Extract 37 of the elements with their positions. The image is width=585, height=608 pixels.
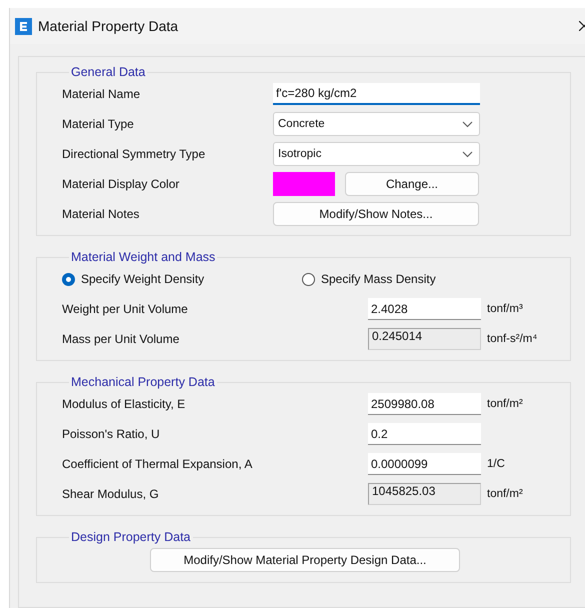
field-label: Directional Symmetry Type (62, 147, 206, 161)
dropdown[interactable]: Isotropic (273, 142, 480, 166)
radio-option[interactable]: Specify Mass Density (302, 272, 436, 286)
close-icon[interactable] (579, 21, 585, 31)
number-field[interactable]: 0.0000099 (368, 453, 481, 475)
field-label: Shear Modulus, G (62, 487, 160, 501)
text-field[interactable]: f'c=280 kg/cm2 (273, 83, 480, 105)
field-label: Material Name (62, 87, 142, 101)
field-label: Weight per Unit Volume (62, 302, 189, 316)
dropdown[interactable]: Concrete (273, 112, 480, 136)
field-label: Modulus of Elasticity, E (62, 397, 186, 411)
group-title: Mechanical Property Data (70, 375, 216, 389)
field-label: Coefficient of Thermal Expansion, A (62, 457, 254, 471)
design-data-button[interactable]: Modify/Show Material Property Design Data... (150, 548, 460, 572)
group-title: Design Property Data (70, 530, 192, 544)
field-label: Material Notes (62, 207, 140, 221)
change-button[interactable]: Change... (345, 172, 479, 196)
unit-label: tonf/m² (487, 398, 523, 410)
radio-option[interactable]: Specify Weight Density (62, 272, 302, 286)
field-label: Material Type (62, 117, 135, 131)
unit-label: 1/C (487, 458, 505, 470)
number-field[interactable]: 2.4028 (368, 298, 481, 320)
field-label: Mass per Unit Volume (62, 332, 180, 346)
number-field[interactable]: 0.2 (368, 423, 481, 445)
chevron-down-icon (462, 120, 473, 128)
group-title: General Data (70, 65, 146, 79)
unit-label: tonf/m³ (487, 303, 523, 315)
unit-label: tonf-s²/m⁴ (487, 333, 538, 345)
chevron-down-icon (462, 150, 473, 158)
unit-label: tonf/m² (487, 488, 523, 500)
field-label: Material Display Color (62, 177, 180, 191)
number-field[interactable]: 2509980.08 (368, 393, 481, 415)
notes-button[interactable]: Modify/Show Notes... (273, 202, 479, 226)
field-label: Poisson's Ratio, U (62, 427, 161, 441)
app-logo-icon (15, 18, 32, 34)
window-title: Material Property Data (38, 18, 180, 34)
group-title: Material Weight and Mass (70, 250, 216, 264)
